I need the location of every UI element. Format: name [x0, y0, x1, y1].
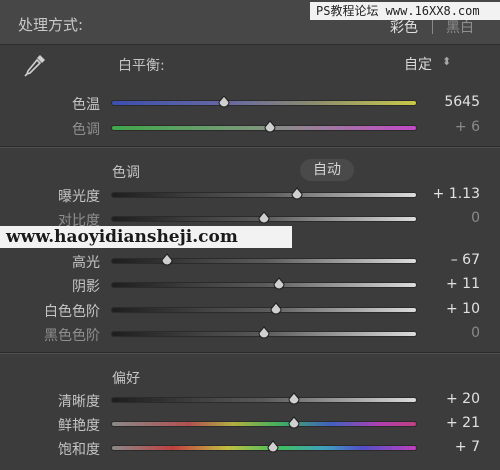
white-balance-label: 白平衡: — [118, 58, 165, 74]
slider-thumb[interactable] — [287, 415, 301, 429]
slider-thumb[interactable] — [257, 325, 271, 339]
slider-thumb[interactable] — [269, 301, 283, 315]
slider-value[interactable]: + 1.13 — [400, 186, 480, 202]
slider-value[interactable]: 0 — [400, 325, 480, 341]
slider-label: 鲜艳度 — [58, 418, 100, 434]
slider-thumb[interactable] — [160, 252, 174, 266]
slider-value[interactable]: + 10 — [400, 301, 480, 317]
eyedropper-icon[interactable] — [22, 52, 48, 80]
slider-label: 高光 — [72, 255, 100, 271]
treatment-color-option[interactable]: 彩色 — [390, 17, 418, 37]
slider-track[interactable] — [112, 446, 416, 450]
treatment-label: 处理方式: — [18, 16, 84, 34]
slider-value[interactable]: 5645 — [400, 94, 480, 110]
slider-track[interactable] — [112, 283, 416, 287]
slider-label: 清晰度 — [58, 394, 100, 410]
slider-value[interactable]: + 20 — [400, 391, 480, 407]
slider-thumb[interactable] — [263, 119, 277, 133]
slider-track[interactable] — [112, 193, 416, 197]
slider-value[interactable]: + 21 — [400, 415, 480, 431]
slider-thumb[interactable] — [287, 391, 301, 405]
treatment-separator — [432, 18, 433, 34]
slider-thumb[interactable] — [257, 210, 271, 224]
slider-label: 黑色色阶 — [44, 328, 100, 344]
basic-panel: 处理方式: 彩色 黑白 PS教程论坛 www.16XX8.com 白平衡: 自定… — [0, 0, 500, 470]
watermark-middle: www.haoyidiansheji.com — [0, 226, 292, 248]
slider-track[interactable] — [112, 398, 416, 402]
slider-label: 曝光度 — [58, 189, 100, 205]
slider-thumb[interactable] — [272, 276, 286, 290]
slider-thumb[interactable] — [217, 94, 231, 108]
slider-label: 阴影 — [72, 279, 100, 295]
slider-thumb[interactable] — [266, 439, 280, 453]
section-divider — [0, 353, 500, 354]
slider-track[interactable] — [112, 101, 416, 105]
slider-track[interactable] — [112, 422, 416, 426]
tone-label: 色调 — [112, 165, 140, 181]
auto-button[interactable]: 自动 — [300, 159, 354, 181]
slider-value[interactable]: + 6 — [400, 119, 480, 135]
slider-label: 白色色阶 — [44, 304, 100, 320]
slider-value[interactable]: + 11 — [400, 276, 480, 292]
treatment-bw-option[interactable]: 黑白 — [446, 17, 474, 37]
section-divider — [0, 147, 500, 148]
slider-track[interactable] — [112, 259, 416, 263]
slider-label: 饱和度 — [58, 442, 100, 458]
slider-value[interactable]: + 7 — [400, 439, 480, 455]
watermark-top: PS教程论坛 www.16XX8.com — [310, 2, 500, 20]
slider-track[interactable] — [112, 308, 416, 312]
presence-label: 偏好 — [112, 371, 140, 387]
white-balance-preset[interactable]: 自定 — [404, 54, 432, 74]
slider-value[interactable]: 0 — [400, 210, 480, 226]
slider-label: 色调 — [72, 122, 100, 138]
slider-value[interactable]: – 67 — [400, 252, 480, 268]
chevron-updown-icon[interactable]: ⬍ — [442, 55, 451, 68]
slider-thumb[interactable] — [290, 186, 304, 200]
slider-label: 色温 — [72, 97, 100, 113]
